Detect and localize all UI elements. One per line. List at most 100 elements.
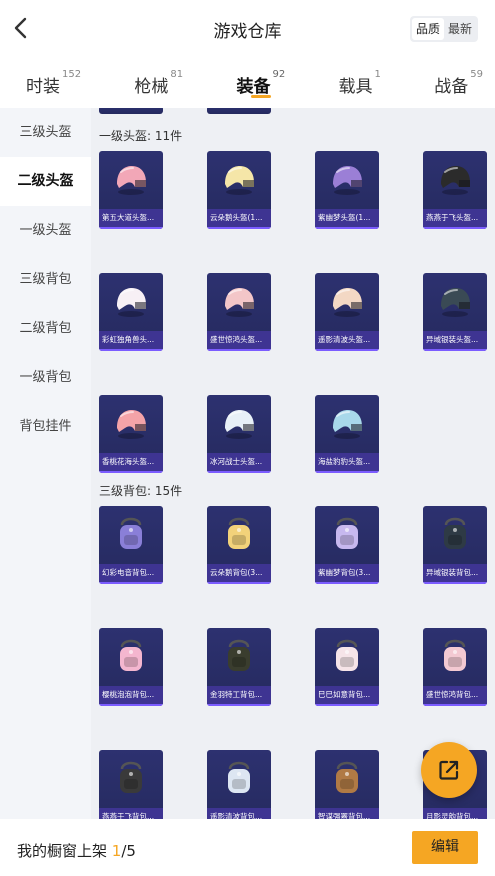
item-name: 海盐豹豹头盔... (315, 453, 379, 471)
item-card[interactable]: 燕燕于飞背包... (99, 750, 163, 819)
sidebar-item-backpack-lv1[interactable]: 一级背包 (0, 353, 91, 402)
item-card[interactable]: 遥影清波背包... (207, 750, 271, 819)
tab-label: 战备 (434, 77, 469, 97)
item-card[interactable]: 遥影清波头盔... (315, 273, 379, 351)
tab-label: 时装 (26, 77, 60, 97)
tab-equipment[interactable]: 装备92 (236, 58, 285, 108)
backpack-icon (99, 506, 163, 563)
item-card[interactable]: 香桃花海头盔... (99, 395, 163, 473)
item-name: 幻彩电音背包... (99, 564, 163, 582)
sidebar-item-backpack-charm[interactable]: 背包挂件 (0, 402, 91, 451)
item-card[interactable]: 异域银装背包... (423, 506, 487, 584)
rarity-bar (99, 471, 163, 473)
item-card[interactable]: 金羽特工背包... (207, 628, 271, 706)
item-card[interactable]: 冰河战士头盔... (207, 395, 271, 473)
external-link-icon (439, 760, 459, 780)
helmet-icon (207, 273, 271, 330)
item-card[interactable]: 海盐豹豹头盔... (315, 395, 379, 473)
sort-quality[interactable]: 品质 (411, 18, 444, 40)
rarity-bar (207, 471, 271, 473)
item-name: 樱桃泡泡背包... (99, 686, 163, 704)
helmet-icon (315, 273, 379, 330)
item-name: 紫幽梦背包(3... (315, 564, 379, 582)
sidebar-item-helmet-lv2[interactable]: 二级头盔 (0, 157, 91, 206)
showcase-current: 1 (111, 842, 122, 860)
showcase-counter: 我的橱窗上架 1/5 (17, 840, 136, 861)
showcase-total: /5 (121, 842, 136, 860)
tab-count: 59 (470, 69, 483, 80)
item-name: 盛世惊鸿背包... (423, 686, 487, 704)
item-card[interactable]: 樱桃泡泡背包... (99, 628, 163, 706)
rarity-bar (315, 471, 379, 473)
item-name: 月影灵韵背包... (423, 808, 487, 819)
rarity-bar (207, 349, 271, 351)
item-name: 遥影清波背包... (207, 808, 271, 819)
showcase-label: 我的橱窗上架 (17, 842, 108, 860)
item-name: 第五大道头盔... (99, 209, 163, 227)
item-name: 冰河战士头盔... (207, 453, 271, 471)
sort-latest[interactable]: 最新 (444, 18, 476, 40)
helmet-icon (315, 395, 379, 452)
tab-vehicles[interactable]: 载具1 (339, 58, 381, 108)
item-name: 金羽特工背包... (207, 686, 271, 704)
rarity-bar (315, 582, 379, 584)
rarity-bar (423, 704, 487, 706)
item-name: 盛世惊鸿头盔... (207, 331, 271, 349)
tab-supplies[interactable]: 战备59 (434, 58, 483, 108)
item-card[interactable]: 云朵鹅头盔(1... (207, 151, 271, 229)
rarity-bar (315, 349, 379, 351)
backpack-icon (423, 506, 487, 563)
item-name: 云朵鹅背包(3... (207, 564, 271, 582)
rarity-bar (99, 349, 163, 351)
bottom-bar: 我的橱窗上架 1/5 编辑 (0, 819, 495, 876)
tab-label: 装备 (236, 77, 271, 97)
rarity-bar (423, 227, 487, 229)
item-card[interactable]: 幻彩电音背包... (99, 506, 163, 584)
item-card[interactable]: 巳巳如意背包... (315, 628, 379, 706)
rarity-bar (99, 582, 163, 584)
helmet-icon (423, 151, 487, 208)
item-card[interactable]: 紫幽梦背包(3... (315, 506, 379, 584)
tab-label: 枪械 (134, 77, 169, 97)
tab-count: 1 (374, 69, 381, 80)
sidebar-item-backpack-lv2[interactable]: 二级背包 (0, 304, 91, 353)
item-card[interactable]: 云朵鹅背包(3... (207, 506, 271, 584)
item-card[interactable]: 紫幽梦头盔(1... (315, 151, 379, 229)
tab-count: 152 (62, 69, 82, 80)
edit-button[interactable]: 编辑 (412, 831, 478, 864)
item-card[interactable]: 第五大道头盔... (99, 151, 163, 229)
active-tab-underline (250, 95, 271, 98)
sidebar-item-helmet-lv3[interactable]: 三级头盔 (0, 108, 91, 157)
sort-toggle[interactable]: 品质 最新 (409, 16, 478, 42)
sidebar-item-helmet-lv1[interactable]: 一级头盔 (0, 206, 91, 255)
section-title: 一级头盔: 11件 (99, 129, 183, 143)
rarity-bar (207, 227, 271, 229)
rarity-bar (207, 704, 271, 706)
tab-firearms[interactable]: 枪械81 (134, 58, 183, 108)
item-name: 异域银装头盔... (423, 331, 487, 349)
item-name: 云朵鹅头盔(1... (207, 209, 271, 227)
item-card[interactable]: 彩虹独角兽头... (99, 273, 163, 351)
item-card[interactable]: 燕燕于飞头盔... (423, 151, 487, 229)
backpack-icon (99, 750, 163, 807)
backpack-icon (315, 750, 379, 807)
item-name: 紫幽梦头盔(1... (315, 209, 379, 227)
section-title: 三级背包: 15件 (99, 484, 183, 498)
backpack-icon (315, 628, 379, 685)
item-card[interactable]: 盛世惊鸿背包... (423, 628, 487, 706)
tab-label: 载具 (338, 77, 373, 97)
item-name: 智谋强罴背包... (315, 808, 379, 819)
share-button[interactable] (421, 742, 477, 798)
item-card-partial[interactable] (99, 108, 163, 114)
tab-fashion[interactable]: 时装152 (26, 58, 81, 108)
item-card-partial[interactable] (207, 108, 271, 114)
helmet-icon (207, 151, 271, 208)
item-name: 遥影清波头盔... (315, 331, 379, 349)
item-name: 燕燕于飞背包... (99, 808, 163, 819)
sidebar-item-backpack-lv3[interactable]: 三级背包 (0, 255, 91, 304)
item-card[interactable]: 异域银装头盔... (423, 273, 487, 351)
item-card[interactable]: 盛世惊鸿头盔... (207, 273, 271, 351)
rarity-bar (207, 582, 271, 584)
item-card[interactable]: 智谋强罴背包... (315, 750, 379, 819)
helmet-icon (99, 395, 163, 452)
